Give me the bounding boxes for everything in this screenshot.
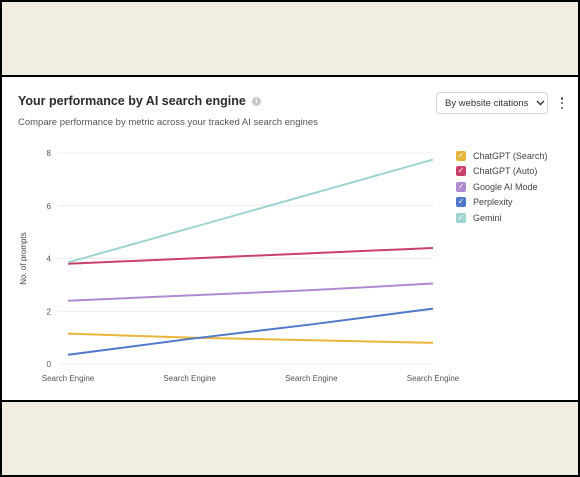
checkbox-icon[interactable]: ✓ [456, 150, 466, 161]
checkbox-icon[interactable]: ✓ [456, 212, 466, 223]
legend-label: ChatGPT (Search) [473, 150, 548, 161]
series-line-chatgpt-auto[interactable] [67, 246, 434, 265]
y-tick-label: 0 [47, 360, 52, 369]
y-tick-label: 8 [47, 149, 52, 158]
legend-item[interactable]: ✓ ChatGPT (Search) [456, 148, 547, 164]
x-tick-label: Search Engine [163, 374, 216, 383]
legend-label: Gemini [473, 212, 502, 223]
legend-label: Perplexity [473, 197, 513, 208]
top-background [2, 2, 578, 75]
performance-card: Your performance by AI search engine i C… [2, 77, 578, 400]
checkbox-icon[interactable]: ✓ [456, 166, 466, 177]
bottom-background [2, 402, 578, 475]
line-chart: 0 2 4 6 8 No. of prompts Search Engine Search E… [19, 149, 460, 383]
y-tick-label: 6 [47, 202, 52, 211]
legend-item[interactable]: ✓ ChatGPT (Auto) [456, 164, 547, 180]
y-tick-label: 2 [47, 307, 52, 316]
chart-legend: ✓ ChatGPT (Search) ✓ ChatGPT (Auto) ✓ Google … [456, 148, 547, 226]
x-tick-label: Search Engine [407, 374, 460, 383]
y-axis-label: No. of prompts [19, 232, 28, 284]
legend-item[interactable]: ✓ Perplexity [456, 195, 547, 211]
legend-label: Google AI Mode [473, 181, 538, 192]
x-tick-label: Search Engine [285, 374, 338, 383]
series-line-gemini[interactable] [67, 158, 434, 264]
series-line-google-ai-mode[interactable] [67, 282, 434, 302]
series-line-perplexity[interactable] [67, 307, 434, 356]
legend-item[interactable]: ✓ Google AI Mode [456, 179, 547, 195]
series-line-chatgpt-search[interactable] [67, 332, 434, 344]
legend-label: ChatGPT (Auto) [473, 166, 538, 177]
x-tick-label: Search Engine [42, 374, 95, 383]
checkbox-icon[interactable]: ✓ [456, 197, 466, 208]
y-tick-label: 4 [47, 255, 52, 264]
checkbox-icon[interactable]: ✓ [456, 181, 466, 192]
legend-item[interactable]: ✓ Gemini [456, 210, 547, 226]
